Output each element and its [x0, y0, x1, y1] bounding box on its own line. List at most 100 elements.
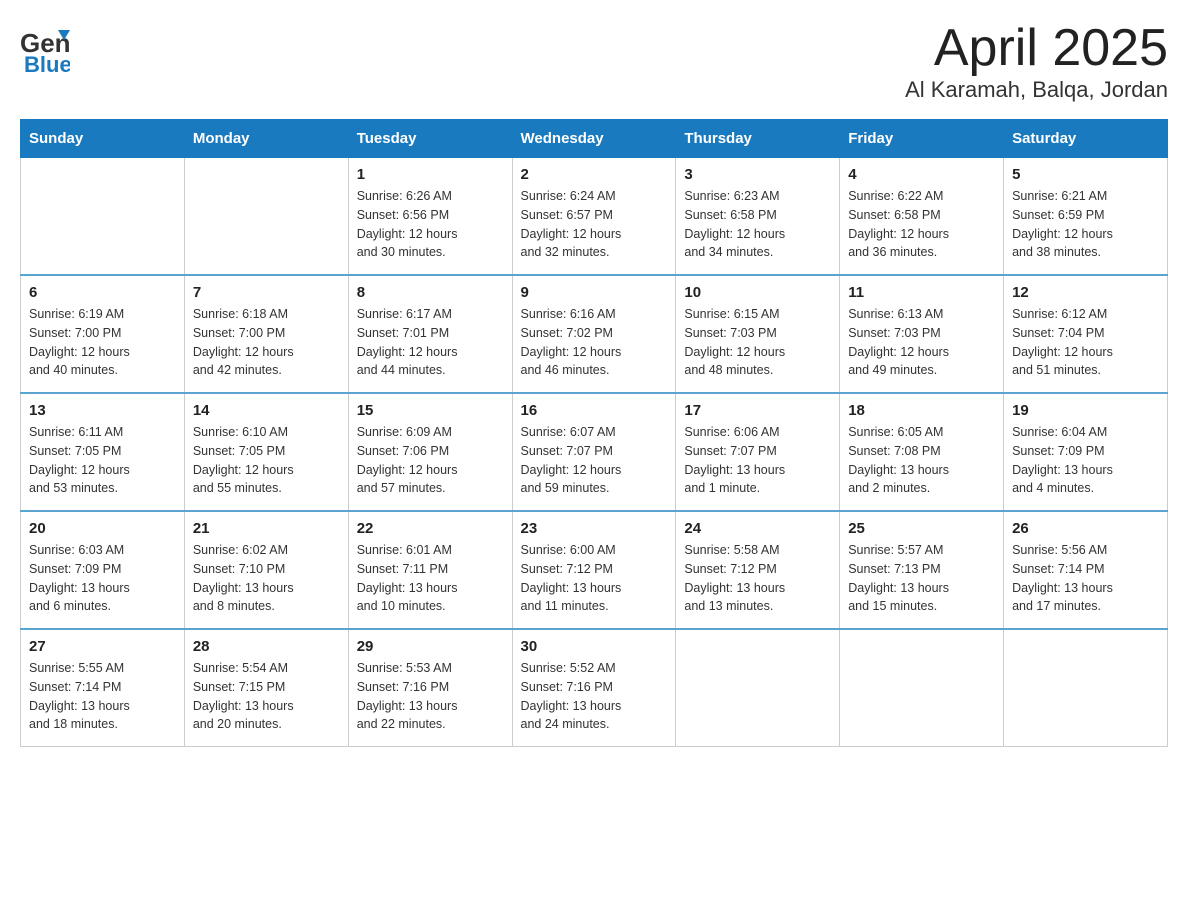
day-number: 9 [521, 284, 668, 301]
day-number: 13 [29, 402, 176, 419]
calendar-cell: 3Sunrise: 6:23 AMSunset: 6:58 PMDaylight… [676, 158, 840, 276]
calendar-week-row: 6 Sunrise: 6:19 AMSunset: 7:00 PMDaylight… [21, 275, 1168, 393]
calendar-week-row: 20 Sunrise: 6:03 AMSunset: 7:09 PMDayligh… [21, 511, 1168, 629]
calendar-cell: 1 Sunrise: 6:26 AMSunset: 6:56 PMDaylight… [348, 158, 512, 276]
day-number: 12 [1012, 284, 1159, 301]
day-info: Sunrise: 6:22 AMSunset: 6:58 PMDaylight:… [848, 187, 995, 262]
calendar-cell: 2 Sunrise: 6:24 AMSunset: 6:57 PMDaylight… [512, 158, 676, 276]
calendar-cell [21, 158, 185, 276]
calendar-cell: 26 Sunrise: 5:56 AMSunset: 7:14 PMDayligh… [1004, 511, 1168, 629]
calendar-cell: 7 Sunrise: 6:18 AMSunset: 7:00 PMDaylight… [184, 275, 348, 393]
day-info: Sunrise: 6:17 AMSunset: 7:01 PMDaylight:… [357, 305, 504, 380]
calendar-cell: 10Sunrise: 6:15 AMSunset: 7:03 PMDayligh… [676, 275, 840, 393]
day-number: 21 [193, 520, 340, 537]
day-number: 6 [29, 284, 176, 301]
day-number: 2 [521, 166, 668, 183]
day-number: 3 [684, 166, 831, 183]
day-info: Sunrise: 5:58 AMSunset: 7:12 PMDaylight:… [684, 541, 831, 616]
day-info: Sunrise: 6:21 AMSunset: 6:59 PMDaylight:… [1012, 187, 1159, 262]
calendar-cell: 17 Sunrise: 6:06 AMSunset: 7:07 PMDayligh… [676, 393, 840, 511]
weekday-tuesday: Tuesday [348, 120, 512, 158]
day-number: 14 [193, 402, 340, 419]
day-number: 28 [193, 638, 340, 655]
day-info: Sunrise: 6:19 AMSunset: 7:00 PMDaylight:… [29, 305, 176, 380]
day-number: 26 [1012, 520, 1159, 537]
day-number: 4 [848, 166, 995, 183]
calendar-week-row: 13Sunrise: 6:11 AMSunset: 7:05 PMDayligh… [21, 393, 1168, 511]
calendar-cell: 4 Sunrise: 6:22 AMSunset: 6:58 PMDaylight… [840, 158, 1004, 276]
day-number: 5 [1012, 166, 1159, 183]
weekday-header-row: SundayMondayTuesdayWednesdayThursdayFrid… [21, 120, 1168, 158]
day-number: 17 [684, 402, 831, 419]
calendar-week-row: 27Sunrise: 5:55 AMSunset: 7:14 PMDayligh… [21, 629, 1168, 747]
day-info: Sunrise: 6:03 AMSunset: 7:09 PMDaylight:… [29, 541, 176, 616]
day-info: Sunrise: 5:57 AMSunset: 7:13 PMDaylight:… [848, 541, 995, 616]
calendar-cell: 23Sunrise: 6:00 AMSunset: 7:12 PMDayligh… [512, 511, 676, 629]
day-number: 23 [521, 520, 668, 537]
day-number: 18 [848, 402, 995, 419]
day-info: Sunrise: 6:10 AMSunset: 7:05 PMDaylight:… [193, 423, 340, 498]
calendar-cell: 16 Sunrise: 6:07 AMSunset: 7:07 PMDayligh… [512, 393, 676, 511]
calendar-cell: 15 Sunrise: 6:09 AMSunset: 7:06 PMDayligh… [348, 393, 512, 511]
weekday-saturday: Saturday [1004, 120, 1168, 158]
calendar-cell: 24 Sunrise: 5:58 AMSunset: 7:12 PMDayligh… [676, 511, 840, 629]
weekday-thursday: Thursday [676, 120, 840, 158]
calendar-cell: 29 Sunrise: 5:53 AMSunset: 7:16 PMDayligh… [348, 629, 512, 747]
logo-icon: General Blue [20, 20, 70, 80]
calendar-cell: 18 Sunrise: 6:05 AMSunset: 7:08 PMDayligh… [840, 393, 1004, 511]
day-number: 19 [1012, 402, 1159, 419]
day-info: Sunrise: 6:24 AMSunset: 6:57 PMDaylight:… [521, 187, 668, 262]
day-number: 7 [193, 284, 340, 301]
logo: General Blue [20, 20, 74, 80]
weekday-sunday: Sunday [21, 120, 185, 158]
calendar-cell: 8 Sunrise: 6:17 AMSunset: 7:01 PMDaylight… [348, 275, 512, 393]
calendar-cell: 14 Sunrise: 6:10 AMSunset: 7:05 PMDayligh… [184, 393, 348, 511]
calendar-cell: 20 Sunrise: 6:03 AMSunset: 7:09 PMDayligh… [21, 511, 185, 629]
day-info: Sunrise: 5:55 AMSunset: 7:14 PMDaylight:… [29, 659, 176, 734]
day-number: 30 [521, 638, 668, 655]
day-number: 15 [357, 402, 504, 419]
calendar-subtitle: Al Karamah, Balqa, Jordan [905, 77, 1168, 103]
calendar-title: April 2025 [905, 20, 1168, 77]
day-number: 20 [29, 520, 176, 537]
weekday-wednesday: Wednesday [512, 120, 676, 158]
calendar-cell: 30 Sunrise: 5:52 AMSunset: 7:16 PMDayligh… [512, 629, 676, 747]
calendar-cell: 25Sunrise: 5:57 AMSunset: 7:13 PMDayligh… [840, 511, 1004, 629]
day-info: Sunrise: 5:52 AMSunset: 7:16 PMDaylight:… [521, 659, 668, 734]
day-info: Sunrise: 6:26 AMSunset: 6:56 PMDaylight:… [357, 187, 504, 262]
calendar-cell: 5 Sunrise: 6:21 AMSunset: 6:59 PMDaylight… [1004, 158, 1168, 276]
day-info: Sunrise: 6:04 AMSunset: 7:09 PMDaylight:… [1012, 423, 1159, 498]
day-number: 1 [357, 166, 504, 183]
calendar-cell: 6 Sunrise: 6:19 AMSunset: 7:00 PMDaylight… [21, 275, 185, 393]
day-number: 16 [521, 402, 668, 419]
day-number: 24 [684, 520, 831, 537]
calendar-cell: 28 Sunrise: 5:54 AMSunset: 7:15 PMDayligh… [184, 629, 348, 747]
day-info: Sunrise: 6:05 AMSunset: 7:08 PMDaylight:… [848, 423, 995, 498]
day-info: Sunrise: 6:15 AMSunset: 7:03 PMDaylight:… [684, 305, 831, 380]
day-info: Sunrise: 5:56 AMSunset: 7:14 PMDaylight:… [1012, 541, 1159, 616]
calendar-cell: 27Sunrise: 5:55 AMSunset: 7:14 PMDayligh… [21, 629, 185, 747]
weekday-monday: Monday [184, 120, 348, 158]
title-block: April 2025 Al Karamah, Balqa, Jordan [905, 20, 1168, 103]
calendar-week-row: 1 Sunrise: 6:26 AMSunset: 6:56 PMDaylight… [21, 158, 1168, 276]
day-info: Sunrise: 6:07 AMSunset: 7:07 PMDaylight:… [521, 423, 668, 498]
calendar-cell: 21Sunrise: 6:02 AMSunset: 7:10 PMDayligh… [184, 511, 348, 629]
page-header: General Blue April 2025 Al Karamah, Balq… [20, 20, 1168, 103]
day-info: Sunrise: 5:53 AMSunset: 7:16 PMDaylight:… [357, 659, 504, 734]
day-info: Sunrise: 6:06 AMSunset: 7:07 PMDaylight:… [684, 423, 831, 498]
day-number: 29 [357, 638, 504, 655]
calendar-table: SundayMondayTuesdayWednesdayThursdayFrid… [20, 119, 1168, 747]
calendar-cell [840, 629, 1004, 747]
calendar-cell [1004, 629, 1168, 747]
calendar-body: 1 Sunrise: 6:26 AMSunset: 6:56 PMDaylight… [21, 158, 1168, 747]
day-number: 22 [357, 520, 504, 537]
day-info: Sunrise: 6:09 AMSunset: 7:06 PMDaylight:… [357, 423, 504, 498]
weekday-friday: Friday [840, 120, 1004, 158]
day-number: 11 [848, 284, 995, 301]
day-info: Sunrise: 6:12 AMSunset: 7:04 PMDaylight:… [1012, 305, 1159, 380]
calendar-cell: 22 Sunrise: 6:01 AMSunset: 7:11 PMDayligh… [348, 511, 512, 629]
day-info: Sunrise: 6:18 AMSunset: 7:00 PMDaylight:… [193, 305, 340, 380]
day-info: Sunrise: 5:54 AMSunset: 7:15 PMDaylight:… [193, 659, 340, 734]
day-info: Sunrise: 6:01 AMSunset: 7:11 PMDaylight:… [357, 541, 504, 616]
day-number: 8 [357, 284, 504, 301]
